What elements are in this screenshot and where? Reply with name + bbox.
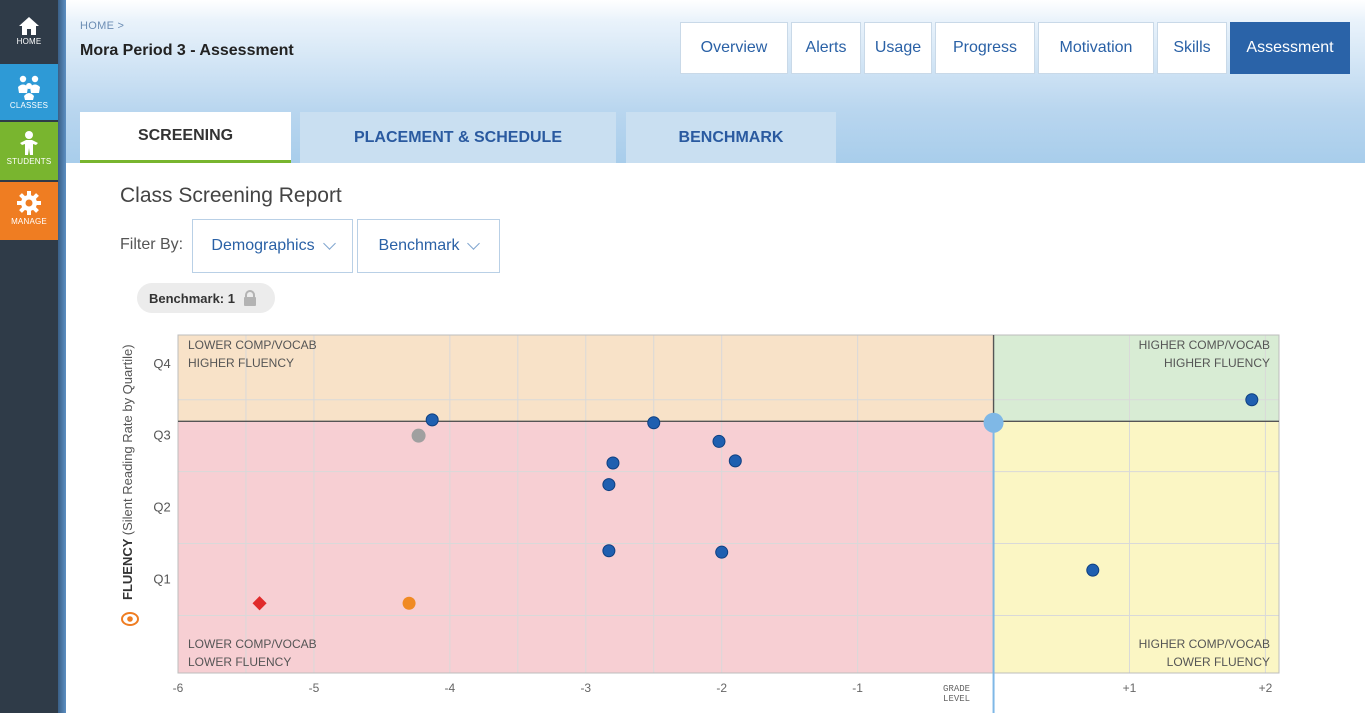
x-tick-label: -1	[852, 681, 863, 695]
student-point[interactable]	[647, 416, 661, 430]
x-tick-label: -3	[580, 681, 591, 695]
y-tick-label: Q4	[153, 356, 170, 371]
student-point[interactable]	[602, 478, 616, 492]
inactive-student-point[interactable]	[411, 428, 426, 443]
student-point[interactable]	[602, 544, 616, 558]
grade-level-label: LEVEL	[943, 694, 970, 704]
x-tick-label: -6	[173, 681, 184, 695]
quadrant-label: LOWER FLUENCY	[188, 655, 291, 669]
quadrant-label: HIGHER COMP/VOCAB	[1139, 338, 1270, 352]
student-point[interactable]	[728, 454, 742, 468]
y-axis-label: FLUENCY (Silent Reading Rate by Quartile…	[120, 344, 135, 600]
flagged-student-point[interactable]	[402, 596, 416, 610]
quadrant-label: HIGHER FLUENCY	[1164, 356, 1270, 370]
student-point[interactable]	[606, 456, 620, 470]
quadrant-label: HIGHER FLUENCY	[188, 356, 294, 370]
quadrant-label: HIGHER COMP/VOCAB	[1139, 637, 1270, 651]
screening-scatter-chart: LOWER COMP/VOCAB HIGHER FLUENCY HIGHER COM…	[120, 334, 1280, 713]
student-point[interactable]	[425, 413, 439, 427]
fluency-eye-icon	[121, 612, 139, 626]
student-point[interactable]	[712, 434, 726, 448]
y-tick-label: Q2	[153, 500, 170, 515]
x-tick-label: -4	[445, 681, 456, 695]
quadrant-bottom-right	[993, 421, 1279, 673]
eye-pupil	[127, 616, 133, 622]
x-tick-label: -2	[716, 681, 727, 695]
y-tick-label: Q3	[153, 428, 170, 443]
quadrant-label: LOWER FLUENCY	[1167, 655, 1270, 669]
student-point[interactable]	[715, 545, 729, 559]
student-point[interactable]	[1086, 563, 1100, 577]
y-tick-label: Q1	[153, 572, 170, 587]
quadrant-label: LOWER COMP/VOCAB	[188, 637, 317, 651]
grade-level-marker	[983, 412, 1004, 433]
y-axis-label-bold: FLUENCY	[120, 535, 135, 600]
grade-level-label: GRADE	[943, 684, 970, 694]
x-tick-label: +1	[1123, 681, 1137, 695]
quadrant-label: LOWER COMP/VOCAB	[188, 338, 317, 352]
x-tick-label: -5	[309, 681, 320, 695]
x-tick-label: +2	[1259, 681, 1273, 695]
student-point[interactable]	[1245, 393, 1259, 407]
y-axis-label-rest: (Silent Reading Rate by Quartile)	[120, 344, 135, 535]
